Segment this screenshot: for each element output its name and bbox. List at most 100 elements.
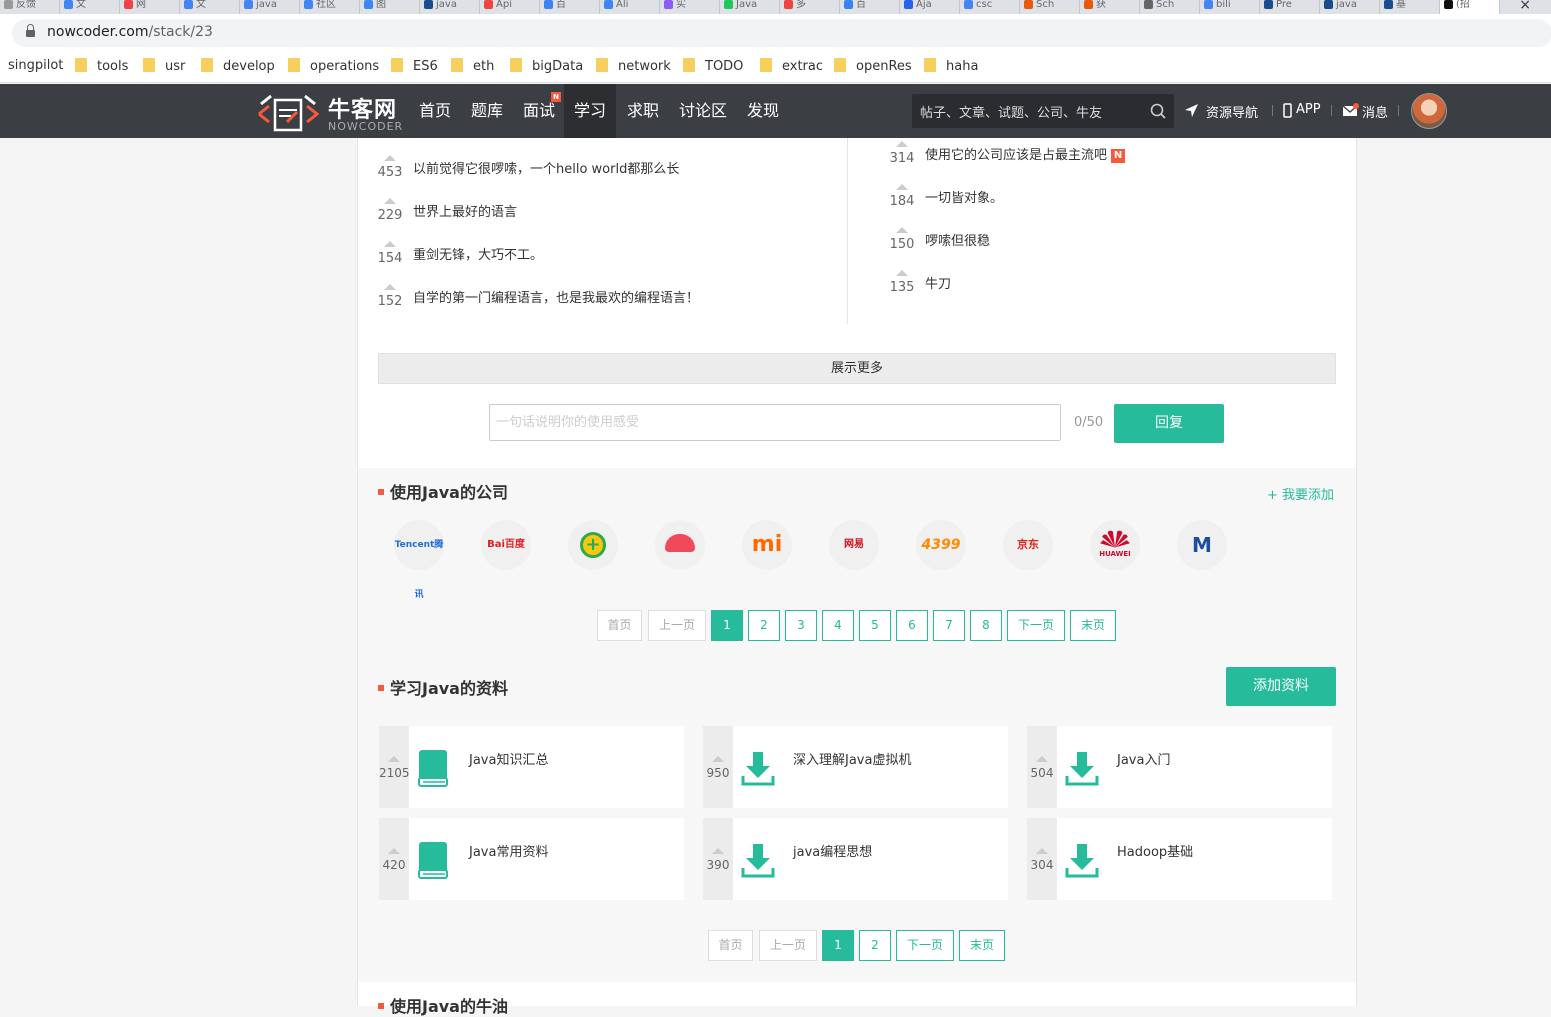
company-logo-baidu[interactable]: Bai百度	[481, 520, 531, 570]
browser-tab[interactable]: 多	[780, 0, 840, 14]
browser-tab[interactable]: 网	[120, 0, 180, 14]
vote-box[interactable]: 304	[1027, 818, 1057, 900]
browser-tab[interactable]: bili	[1200, 0, 1260, 14]
material-card[interactable]: 504 Java入门	[1027, 726, 1332, 808]
browser-tab[interactable]: java	[420, 0, 480, 14]
vote-box[interactable]: 420	[379, 818, 409, 900]
url-text[interactable]: nowcoder.com/stack/23	[47, 24, 213, 40]
material-title[interactable]: java编程思想	[793, 841, 872, 860]
material-title[interactable]: Hadoop基础	[1117, 841, 1193, 860]
browser-tab[interactable]: 图	[360, 0, 420, 14]
messages-link[interactable]: 消息	[1362, 102, 1388, 121]
browser-tab[interactable]: Pre	[1260, 0, 1320, 14]
vote-count[interactable]: 150	[887, 227, 917, 252]
pager-next[interactable]: 下一页	[896, 930, 954, 961]
browser-tab[interactable]: Sch	[1140, 0, 1200, 14]
add-material-button[interactable]: 添加资料	[1226, 667, 1336, 706]
material-card[interactable]: 304 Hadoop基础	[1027, 818, 1332, 900]
app-link[interactable]: APP	[1296, 102, 1321, 117]
pager-page-6[interactable]: 6	[896, 610, 928, 641]
add-company-link[interactable]: + 我要添加	[1267, 484, 1334, 503]
browser-tab[interactable]: 文	[60, 0, 120, 14]
company-logo-m[interactable]: M	[1177, 520, 1227, 570]
pager-page-3[interactable]: 3	[785, 610, 817, 641]
pager-prev[interactable]: 上一页	[759, 930, 817, 961]
vote-count[interactable]: 154	[375, 241, 405, 266]
browser-tab[interactable]: Aja	[900, 0, 960, 14]
browser-tab[interactable]: 百	[540, 0, 600, 14]
close-tab-icon[interactable]: ×	[1519, 0, 1531, 13]
browser-tab[interactable]: java	[1320, 0, 1380, 14]
vote-count[interactable]: 229	[375, 198, 405, 223]
bookmark-item[interactable]: singpilot	[8, 58, 63, 73]
browser-tab[interactable]: 实	[660, 0, 720, 14]
browser-tab[interactable]: 基	[1380, 0, 1440, 14]
vote-count[interactable]: 152	[375, 284, 405, 309]
pager-page-2[interactable]: 2	[859, 930, 891, 961]
browser-tab[interactable]: csc	[960, 0, 1020, 14]
vote-box[interactable]: 950	[703, 726, 733, 808]
pager-page-1[interactable]: 1	[711, 610, 743, 641]
company-logo-mushroom[interactable]	[655, 520, 705, 570]
browser-tab[interactable]: (招	[1440, 0, 1500, 14]
material-title[interactable]: 深入理解Java虚拟机	[793, 749, 911, 768]
bookmark-item[interactable]: network	[596, 58, 671, 74]
bookmark-item[interactable]: usr	[143, 58, 185, 74]
material-card[interactable]: 390 java编程思想	[703, 818, 1008, 900]
bookmark-item[interactable]: extrac	[760, 58, 823, 74]
browser-tab[interactable]: Api	[480, 0, 540, 14]
browser-tab[interactable]: 百	[840, 0, 900, 14]
search-icon[interactable]	[1150, 103, 1166, 119]
material-title[interactable]: Java知识汇总	[469, 749, 548, 768]
pager-last[interactable]: 末页	[1070, 610, 1116, 641]
pager-page-5[interactable]: 5	[859, 610, 891, 641]
company-logo-huawei[interactable]: HUAWEI	[1090, 520, 1140, 570]
bookmark-item[interactable]: eth	[451, 58, 494, 74]
company-logo-xiaomi[interactable]: mi	[742, 520, 792, 570]
bookmark-item[interactable]: haha	[924, 58, 978, 74]
nowcoder-logo-icon[interactable]	[257, 92, 319, 132]
bookmark-item[interactable]: operations	[288, 58, 379, 74]
material-title[interactable]: Java常用资料	[469, 841, 548, 860]
nav-discover[interactable]: 发现	[746, 84, 780, 138]
resource-nav-link[interactable]: 资源导航	[1206, 102, 1258, 121]
bookmark-item[interactable]: ES6	[391, 58, 438, 74]
company-logo-4399[interactable]: 4399	[916, 520, 966, 570]
vote-count[interactable]: 135	[887, 270, 917, 295]
bookmark-item[interactable]: openRes	[834, 58, 912, 74]
pager-prev[interactable]: 上一页	[648, 610, 706, 641]
browser-tab[interactable]: 反馈	[0, 0, 60, 14]
bookmark-item[interactable]: bigData	[510, 58, 583, 74]
pager-page-1[interactable]: 1	[822, 930, 854, 961]
pager-next[interactable]: 下一页	[1007, 610, 1065, 641]
vote-box[interactable]: 390	[703, 818, 733, 900]
browser-tab[interactable]: 文	[180, 0, 240, 14]
browser-tab[interactable]: java	[240, 0, 300, 14]
material-card[interactable]: 2105 Java知识汇总	[379, 726, 684, 808]
company-logo-plus[interactable]: +	[568, 520, 618, 570]
nav-jobs[interactable]: 求职	[626, 84, 660, 138]
vote-box[interactable]: 2105	[379, 726, 410, 808]
nav-learn[interactable]: 学习	[564, 84, 616, 138]
show-more-button[interactable]: 展示更多	[378, 353, 1336, 384]
pager-last[interactable]: 末页	[959, 930, 1005, 961]
material-card[interactable]: 950 深入理解Java虚拟机	[703, 726, 1008, 808]
vote-count[interactable]: 314	[887, 141, 917, 166]
vote-count[interactable]: 453	[375, 155, 405, 180]
company-logo-jd[interactable]: 京东	[1003, 520, 1053, 570]
pager-first[interactable]: 首页	[708, 930, 753, 961]
pager-page-2[interactable]: 2	[748, 610, 780, 641]
browser-tab[interactable]: Sch	[1020, 0, 1080, 14]
material-title[interactable]: Java入门	[1117, 749, 1170, 768]
url-field[interactable]: nowcoder.com/stack/23	[12, 19, 1551, 47]
reply-button[interactable]: 回复	[1114, 404, 1224, 443]
pager-page-8[interactable]: 8	[970, 610, 1002, 641]
nav-home[interactable]: 首页	[418, 84, 452, 138]
browser-tab[interactable]: 社区	[300, 0, 360, 14]
avatar[interactable]	[1411, 93, 1447, 129]
bookmark-item[interactable]: TODO	[683, 58, 743, 74]
bookmark-item[interactable]: develop	[201, 58, 275, 74]
company-logo-netease[interactable]: 网易	[829, 520, 879, 570]
company-logo-tencent[interactable]: Tencent腾讯	[394, 520, 444, 600]
vote-box[interactable]: 504	[1027, 726, 1057, 808]
